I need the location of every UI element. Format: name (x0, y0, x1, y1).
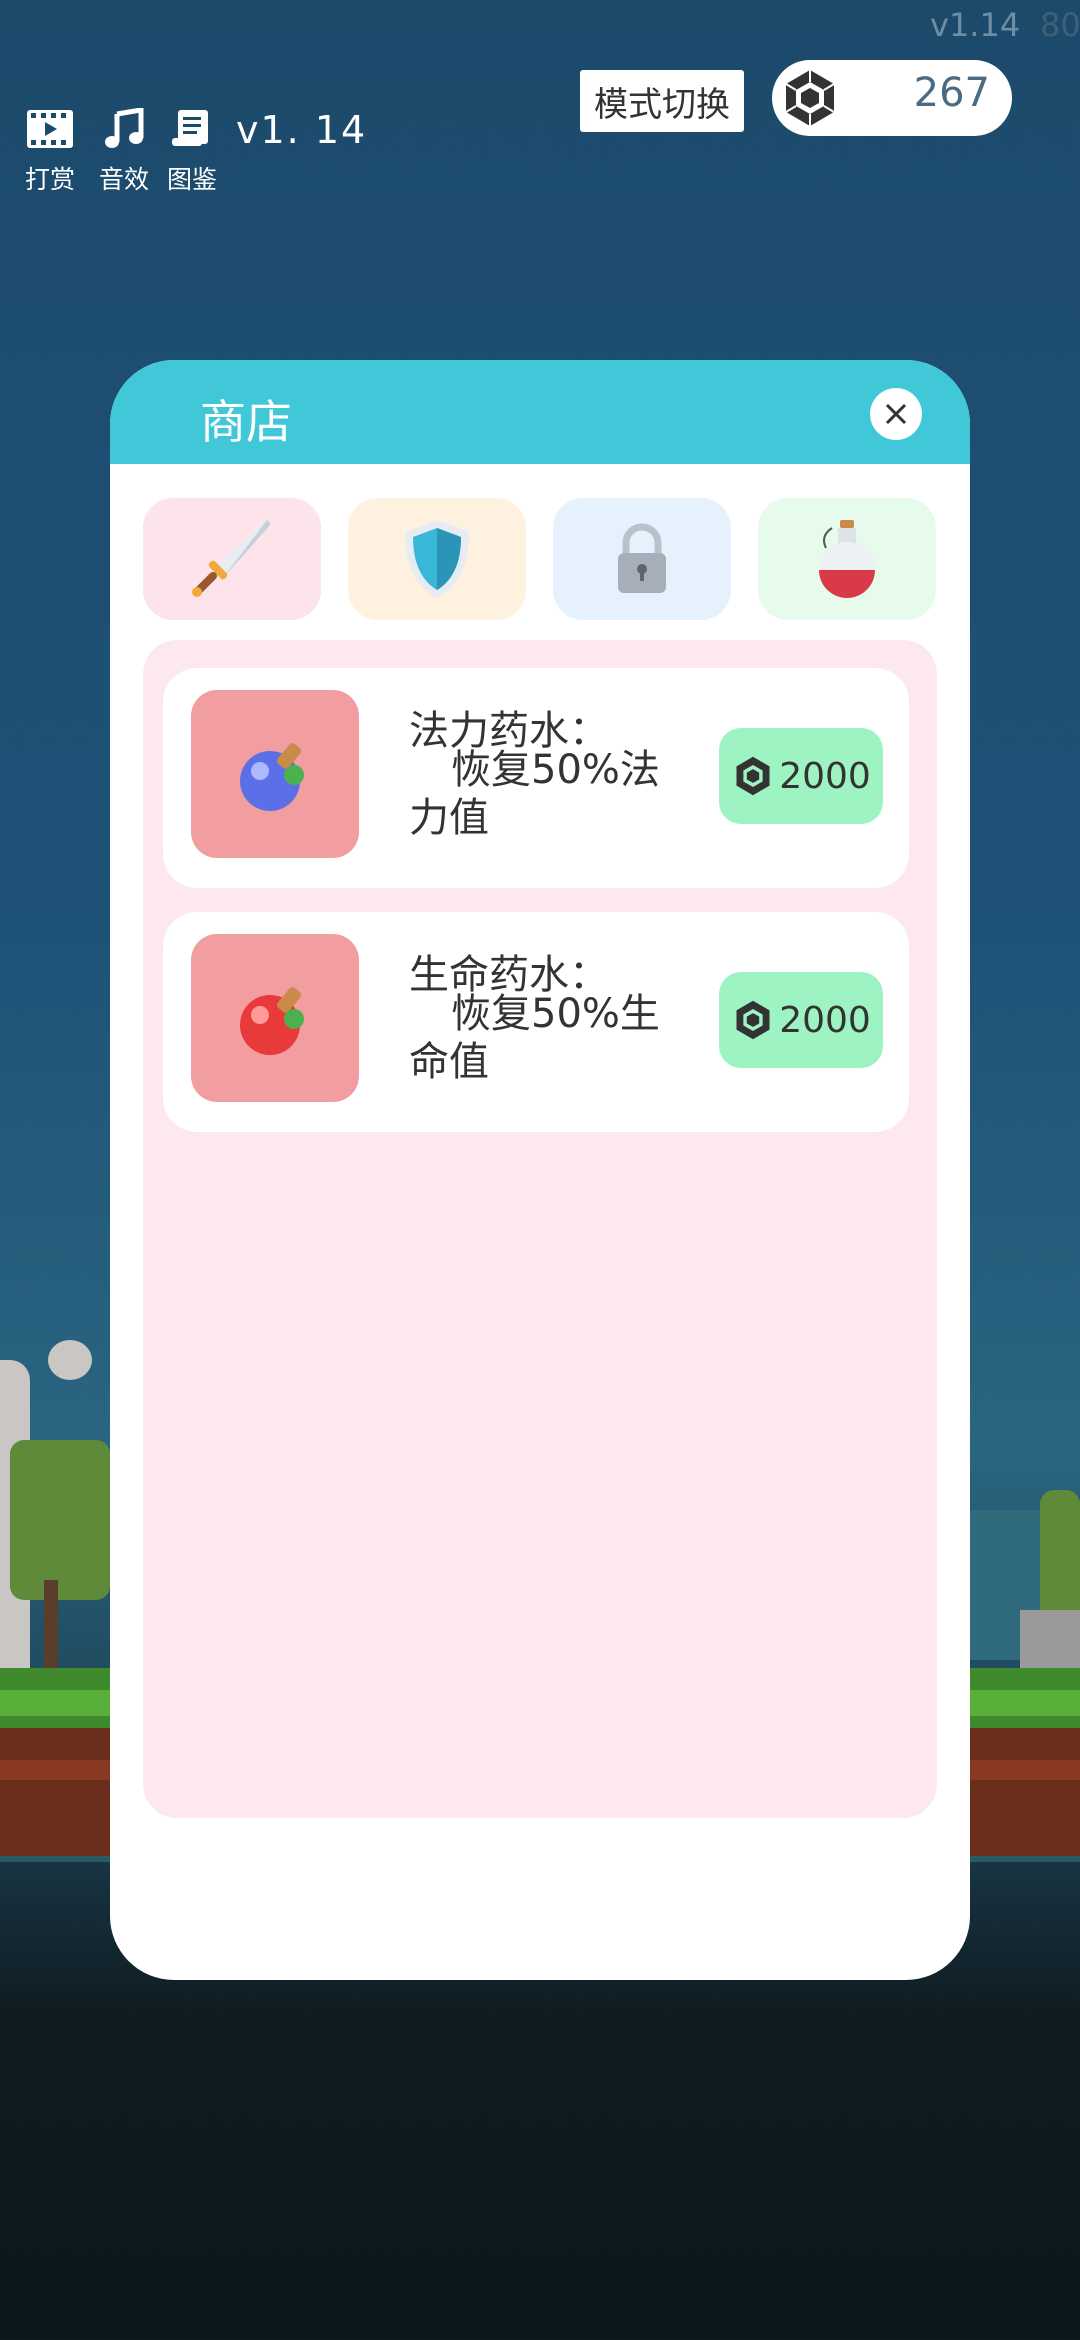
sound-label: 音效 (98, 165, 149, 194)
corner-version: v1.14 (930, 6, 1021, 44)
tab-locked[interactable] (553, 498, 731, 620)
close-icon (885, 403, 907, 425)
corner-version-cut: 80 (1040, 6, 1080, 44)
gem-counter: 267 (772, 60, 1012, 136)
gem-icon (785, 70, 835, 126)
shop-modal: 商店 法力药水： 恢复50%法力值 2000 生命药水： 恢复50%生命值 20… (110, 360, 970, 1980)
lock-icon (618, 523, 666, 593)
reward-label: 打赏 (24, 165, 75, 194)
gem-icon (736, 1000, 770, 1040)
item-description: 恢复50%法力值 (409, 747, 660, 841)
buy-button[interactable]: 2000 (719, 728, 883, 824)
potion-flask-icon (819, 520, 875, 598)
gem-icon (736, 756, 770, 796)
film-icon (27, 110, 73, 148)
tab-shield[interactable] (348, 498, 526, 620)
list-item: 法力药水： 恢复50%法力值 2000 (163, 668, 909, 888)
item-thumbnail (191, 690, 359, 858)
shop-title: 商店 (200, 395, 292, 449)
tree-left (10, 1440, 110, 1600)
item-price: 2000 (779, 755, 871, 797)
close-button[interactable] (870, 388, 922, 440)
gem-count: 267 (913, 70, 990, 116)
tree-trunk-left (44, 1580, 58, 1670)
gallery-button[interactable]: 图鉴 (162, 108, 222, 196)
tab-potion[interactable] (758, 498, 936, 620)
health-potion-icon (240, 987, 304, 1055)
gallery-label: 图鉴 (166, 165, 217, 194)
mode-switch-button[interactable]: 模式切换 (580, 70, 744, 132)
rock-right (1020, 1610, 1080, 1670)
list-item: 生命药水： 恢复50%生命值 2000 (163, 912, 909, 1132)
shield-icon (405, 520, 469, 598)
mana-potion-icon (240, 743, 304, 811)
sword-icon (192, 520, 271, 597)
reward-button[interactable]: 打赏 (20, 108, 80, 196)
scroll-book-icon (172, 110, 208, 146)
item-list: 法力药水： 恢复50%法力值 2000 生命药水： 恢复50%生命值 2000 (143, 640, 937, 1818)
music-note-icon (105, 107, 144, 148)
item-price: 2000 (779, 999, 871, 1041)
buy-button[interactable]: 2000 (719, 972, 883, 1068)
tab-sword[interactable] (143, 498, 321, 620)
item-thumbnail (191, 934, 359, 1102)
item-description: 恢复50%生命值 (409, 991, 660, 1085)
sound-button[interactable]: 音效 (94, 107, 154, 196)
cloud-puff (48, 1340, 92, 1380)
app-version: v1. 14 (236, 108, 368, 152)
